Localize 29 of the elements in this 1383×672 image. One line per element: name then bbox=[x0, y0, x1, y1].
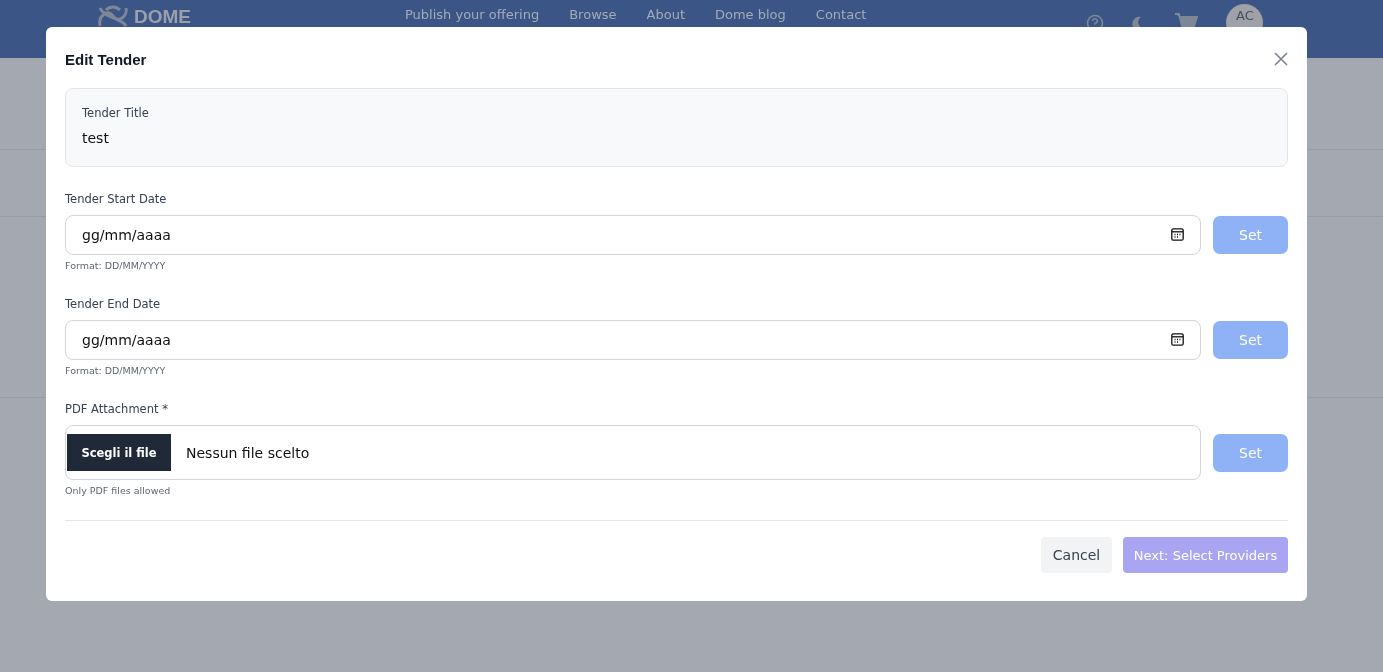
file-field[interactable]: Scegli il file Nessun file scelto bbox=[65, 425, 1201, 480]
set-button[interactable]: Set bbox=[1213, 216, 1288, 254]
logo-text[interactable]: DOME bbox=[134, 6, 191, 28]
title-field[interactable]: Tender Title test bbox=[65, 88, 1288, 167]
nav-link[interactable]: Dome blog bbox=[715, 7, 786, 23]
format-hint: Format: DD/MM/YYYY bbox=[65, 365, 166, 376]
next-button[interactable]: Next: Select Providers bbox=[1123, 537, 1288, 573]
nav-link[interactable]: Browse bbox=[569, 7, 617, 23]
nav-link[interactable]: About bbox=[646, 7, 685, 23]
date-field[interactable]: gg/mm/aaaa bbox=[65, 320, 1201, 360]
date-field[interactable]: gg/mm/aaaa bbox=[65, 215, 1201, 255]
file-hint: Only PDF files allowed bbox=[65, 485, 171, 496]
calendar-icon[interactable] bbox=[1171, 228, 1184, 241]
cancel-button[interactable]: Cancel bbox=[1041, 537, 1112, 573]
set-button[interactable]: Set bbox=[1213, 321, 1288, 359]
file-status: Nessun file scelto bbox=[186, 444, 310, 461]
field-label: Tender Title bbox=[82, 106, 149, 120]
field-label: PDF Attachment * bbox=[65, 402, 168, 416]
close-icon[interactable] bbox=[1274, 52, 1288, 66]
field-value: test bbox=[82, 130, 109, 146]
field-label: Tender End Date bbox=[65, 297, 161, 311]
field-label: Tender Start Date bbox=[65, 192, 167, 206]
nav-link[interactable]: Contact bbox=[815, 7, 867, 23]
choose-file-button[interactable]: Scegli il file bbox=[67, 434, 171, 471]
format-hint: Format: DD/MM/YYYY bbox=[65, 260, 166, 271]
dialog-title: Edit Tender bbox=[65, 50, 147, 68]
nav-link[interactable]: Publish your offering bbox=[405, 7, 540, 23]
calendar-icon[interactable] bbox=[1171, 333, 1184, 346]
set-button[interactable]: Set bbox=[1213, 433, 1288, 472]
